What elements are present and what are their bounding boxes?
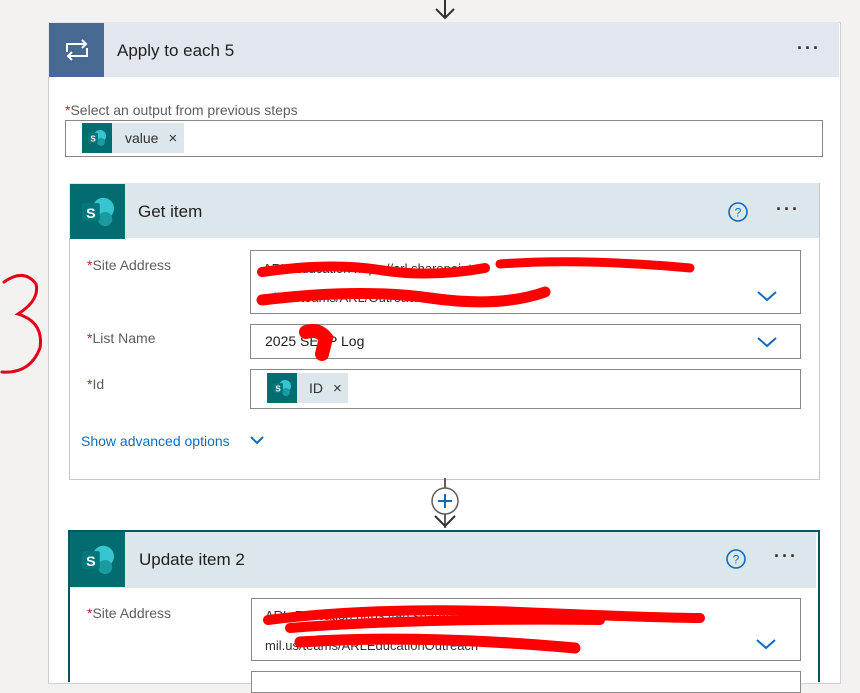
redaction-marks xyxy=(256,257,705,654)
annotation-mark xyxy=(0,274,43,374)
